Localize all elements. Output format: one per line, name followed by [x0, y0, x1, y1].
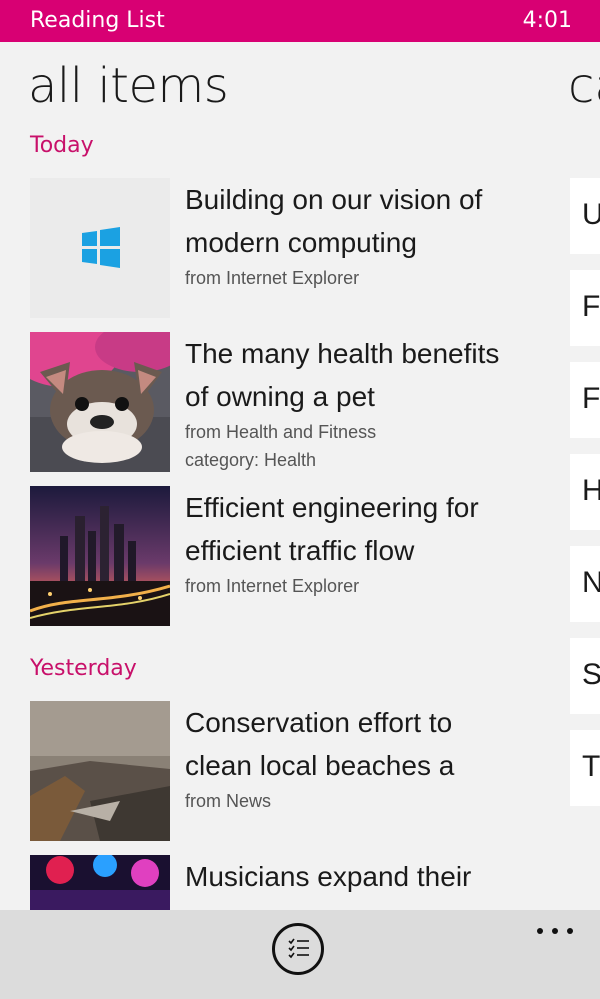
item-text: The many health benefits of owning a pet… — [185, 332, 555, 474]
category-label: Fo — [582, 382, 600, 415]
item-source: from News — [185, 791, 272, 811]
item-text: Building on our vision of modern computi… — [185, 178, 555, 292]
item-source: from Health and Fitness — [185, 422, 377, 442]
item-text: Musicians expand their — [185, 855, 550, 898]
item-title-line: Conservation effort to — [185, 707, 453, 738]
item-source: from Internet Explorer — [185, 268, 360, 288]
pivot-title-next-peek[interactable]: ca — [568, 58, 600, 114]
item-title-line: of owning a pet — [185, 381, 375, 412]
category-label: H — [582, 474, 600, 507]
app-title: Reading List — [30, 8, 165, 33]
pivot-title-all-items[interactable]: all items — [28, 58, 229, 114]
item-source: from Internet Explorer — [185, 576, 360, 596]
category-card[interactable]: U — [570, 178, 600, 254]
category-card[interactable]: T — [570, 730, 600, 806]
checklist-icon — [288, 938, 309, 959]
category-card[interactable]: Fi — [570, 270, 600, 346]
category-label: S — [582, 658, 600, 691]
item-text: Efficient engineering for efficient traf… — [185, 486, 555, 600]
item-thumbnail — [30, 486, 170, 626]
category-card[interactable]: S — [570, 638, 600, 714]
item-thumbnail — [30, 855, 170, 910]
select-items-button[interactable] — [272, 923, 324, 975]
item-title-line: Efficient engineering for — [185, 492, 479, 523]
category-label: U — [582, 198, 600, 231]
windows-logo-icon — [82, 227, 120, 268]
more-ellipsis-icon[interactable] — [535, 922, 575, 942]
category-label: N — [582, 566, 600, 599]
item-text: Conservation effort to clean local beach… — [185, 701, 555, 815]
dog-photo — [30, 332, 170, 472]
status-bar: Reading List 4:01 — [0, 0, 600, 42]
city-night-photo — [30, 486, 170, 626]
item-title-line: modern computing — [185, 227, 417, 258]
category-card[interactable]: Fo — [570, 362, 600, 438]
item-title-line: Building on our vision of — [185, 184, 483, 215]
item-title-line: Musicians expand their — [185, 861, 472, 892]
item-thumbnail — [30, 332, 170, 472]
item-thumbnail — [30, 178, 170, 318]
category-label: Fi — [582, 290, 600, 323]
list-item[interactable]: The many health benefits of owning a pet… — [30, 332, 550, 472]
list-item[interactable]: Efficient engineering for efficient traf… — [30, 486, 550, 626]
section-header-today: Today — [30, 133, 94, 158]
item-title-line: The many health benefits — [185, 338, 500, 369]
item-category: category: Health — [185, 450, 317, 470]
category-card[interactable]: N — [570, 546, 600, 622]
list-item[interactable]: Conservation effort to clean local beach… — [30, 701, 550, 841]
item-title-line: clean local beaches a — [185, 750, 455, 781]
app-bar — [0, 910, 600, 999]
concert-photo — [30, 855, 170, 910]
list-item[interactable]: Musicians expand their — [30, 855, 550, 910]
category-label: T — [582, 750, 600, 783]
item-title-line: efficient traffic flow — [185, 535, 415, 566]
list-item[interactable]: Building on our vision of modern computi… — [30, 178, 550, 318]
clock: 4:01 — [522, 8, 572, 33]
section-header-yesterday: Yesterday — [30, 656, 137, 681]
coastline-photo — [30, 701, 170, 841]
item-thumbnail — [30, 701, 170, 841]
category-card[interactable]: H — [570, 454, 600, 530]
